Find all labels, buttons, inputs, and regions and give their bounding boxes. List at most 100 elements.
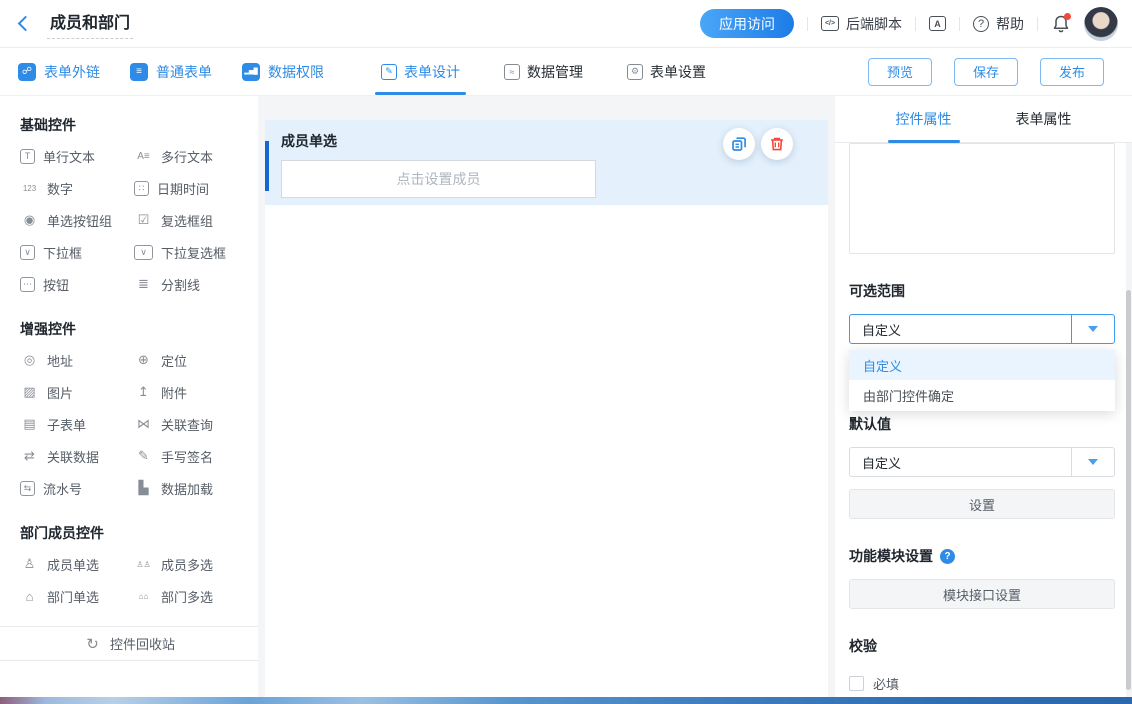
gear-doc-icon: ⚙ <box>627 64 643 80</box>
code-icon: </> <box>821 16 839 31</box>
form-sheet[interactable]: 成员单选 点击设置成员 <box>265 120 828 697</box>
widget-label: 附件 <box>161 383 187 402</box>
select-range-dropdown[interactable]: 自定义 <box>849 314 1115 344</box>
duplicate-field-button[interactable] <box>723 128 755 160</box>
dropdown-arrow-cell[interactable] <box>1071 448 1114 476</box>
properties-tabs: 控件属性 表单属性 <box>835 96 1132 143</box>
widget-serial-number[interactable]: ⇆ 流水号 <box>20 472 120 504</box>
widget-attachment[interactable]: ↥ 附件 <box>134 376 258 408</box>
widget-linked-query[interactable]: ⋈关联查询 <box>134 408 258 440</box>
publish-button[interactable]: 发布 <box>1040 58 1104 86</box>
widget-location[interactable]: ⊕定位 <box>134 344 258 376</box>
nav-item-normal-form[interactable]: ≡普通表单 <box>130 62 212 82</box>
widget-multi-line-text[interactable]: A≡多行文本 <box>134 140 258 172</box>
widget-checkbox-group[interactable]: ☑复选框组 <box>134 204 258 236</box>
widget-divider[interactable]: ≣分割线 <box>134 268 258 300</box>
dropdown-arrow-cell[interactable] <box>1071 315 1114 343</box>
nav-item-form-external-link[interactable]: ☍表单外链 <box>18 62 100 82</box>
option-by-dept-control[interactable]: 由部门控件确定 <box>849 380 1115 410</box>
set-button[interactable]: 设置 <box>849 489 1115 519</box>
widget-signature[interactable]: ✎手写签名 <box>134 440 258 472</box>
widget-dropdown[interactable]: ∨下拉框 <box>20 236 120 268</box>
attachment-icon: ↥ <box>134 384 153 400</box>
default-value-label: 默认值 <box>849 414 1115 434</box>
widget-recycle-bin[interactable]: ↻控件回收站 <box>0 626 258 661</box>
back-chevron-icon[interactable] <box>18 16 34 32</box>
address-icon: ◎ <box>20 352 39 368</box>
widget-single-line-text[interactable]: T单行文本 <box>20 140 120 172</box>
tab-form-design[interactable]: ✎表单设计 <box>381 48 460 95</box>
properties-body: 可选范围 自定义 自定义由部门控件确定 默认值 自定义 设置 功能模块设置 <box>835 143 1132 697</box>
widget-member-single[interactable]: ♙成员单选 <box>20 548 120 580</box>
form-title-editable[interactable]: 成员和部门 <box>47 8 133 39</box>
dropdown-icon: ∨ <box>20 245 35 260</box>
delete-field-button[interactable] <box>761 128 793 160</box>
nav-item-data-permission[interactable]: ▂▅█数据权限 <box>242 62 324 82</box>
widget-section: 增强控件◎地址⊕定位▨图片↥附件▤子表单⋈关联查询⇄关联数据✎手写签名⇆流水号▙… <box>0 300 258 504</box>
widget-image[interactable]: ▨图片 <box>20 376 120 408</box>
select-range-open-menu: 自定义由部门控件确定 <box>849 350 1115 411</box>
default-value-dropdown[interactable]: 自定义 <box>849 447 1115 477</box>
widget-label: 地址 <box>47 351 73 370</box>
widget-address[interactable]: ◎ 地址 <box>20 344 120 376</box>
widget-linked-data[interactable]: ⇄关联数据 <box>20 440 120 472</box>
widget-button[interactable]: ⋯按钮 <box>20 268 120 300</box>
user-avatar[interactable] <box>1084 7 1118 41</box>
checkbox-group-icon: ☑ <box>134 212 153 228</box>
widget-grid: ◎ 地址 ⊕定位 ▨图片 ↥ 附件 ▤子表单 ⋈关联查询 ⇄关联数据 ✎手写签名 ⇆ 流水号 ▙数据加载 <box>20 344 258 504</box>
widget-label: 分割线 <box>161 275 200 294</box>
widget-dept-single[interactable]: ⌂部门单选 <box>20 580 120 612</box>
help-button[interactable]: 帮助 <box>973 14 1024 34</box>
scrollbar-thumb[interactable] <box>1126 290 1131 690</box>
widget-library-panel: 基础控件T单行文本A≡多行文本123数字∷日期时间◉单选按钮组☑复选框组∨下拉框… <box>0 96 258 697</box>
selected-field-member-single[interactable]: 成员单选 点击设置成员 <box>265 120 828 205</box>
linked-data-icon: ⇄ <box>20 448 39 464</box>
validation-label: 校验 <box>849 636 1115 656</box>
widget-dropdown-multi[interactable]: ∨下拉复选框 <box>134 236 258 268</box>
widget-dept-multi[interactable]: ⌂⌂部门多选 <box>134 580 258 612</box>
widget-label: 按钮 <box>43 275 69 294</box>
widget-label: 流水号 <box>43 479 82 498</box>
tab-form-settings[interactable]: ⚙表单设置 <box>627 48 706 95</box>
multi-line-text-icon: A≡ <box>134 151 153 162</box>
help-circle-icon[interactable] <box>940 549 955 564</box>
divider <box>959 17 960 31</box>
widget-datetime[interactable]: ∷日期时间 <box>134 172 258 204</box>
member-picker-input[interactable]: 点击设置成员 <box>281 160 596 198</box>
module-api-button[interactable]: 模块接口设置 <box>849 579 1115 609</box>
validation-checkboxes: 必填不允许重复值 <box>849 669 1115 697</box>
help-label: 帮助 <box>996 14 1024 34</box>
widget-data-load[interactable]: ▙数据加载 <box>134 472 258 504</box>
serial-number-icon: ⇆ <box>20 481 35 496</box>
widget-radio-group[interactable]: ◉ 单选按钮组 <box>20 204 120 236</box>
designer-tabs: ✎表单设计 ≈数据管理 ⚙表单设置 <box>381 48 706 95</box>
select-range-label: 可选范围 <box>849 281 1115 301</box>
tab-form-props[interactable]: 表单属性 <box>1016 96 1072 142</box>
checkbox-label: 必填 <box>873 674 899 693</box>
radio-group-icon: ◉ <box>20 212 39 228</box>
tab-data-management[interactable]: ≈数据管理 <box>504 48 583 95</box>
data-load-icon: ▙ <box>134 480 153 496</box>
backend-script-button[interactable]: </> 后端脚本 <box>821 14 902 34</box>
notification-bell-button[interactable] <box>1051 14 1071 34</box>
widget-subform[interactable]: ▤子表单 <box>20 408 120 440</box>
scrollbar-track[interactable] <box>1126 143 1132 697</box>
app-access-button[interactable]: 应用访问 <box>700 9 794 38</box>
linked-query-icon: ⋈ <box>134 416 153 432</box>
checkbox-required[interactable] <box>849 676 864 691</box>
select-range-value: 自定义 <box>850 320 1071 339</box>
member-picker-placeholder: 点击设置成员 <box>397 169 481 189</box>
tab-widget-props[interactable]: 控件属性 <box>896 96 952 142</box>
save-button[interactable]: 保存 <box>954 58 1018 86</box>
option-custom[interactable]: 自定义 <box>849 350 1115 380</box>
contact-book-button[interactable]: A <box>929 16 946 31</box>
select-range-dropdown-wrap: 自定义 自定义由部门控件确定 <box>849 314 1115 344</box>
member-single-icon: ♙ <box>20 556 39 572</box>
widget-number[interactable]: 123数字 <box>20 172 120 204</box>
recycle-icon: ↻ <box>83 635 102 653</box>
scrolled-property-box[interactable] <box>849 143 1115 254</box>
widget-label: 单选按钮组 <box>47 211 112 230</box>
widget-member-multi[interactable]: ♙♙成员多选 <box>134 548 258 580</box>
chart-doc-icon: ≈ <box>504 64 520 80</box>
preview-button[interactable]: 预览 <box>868 58 932 86</box>
